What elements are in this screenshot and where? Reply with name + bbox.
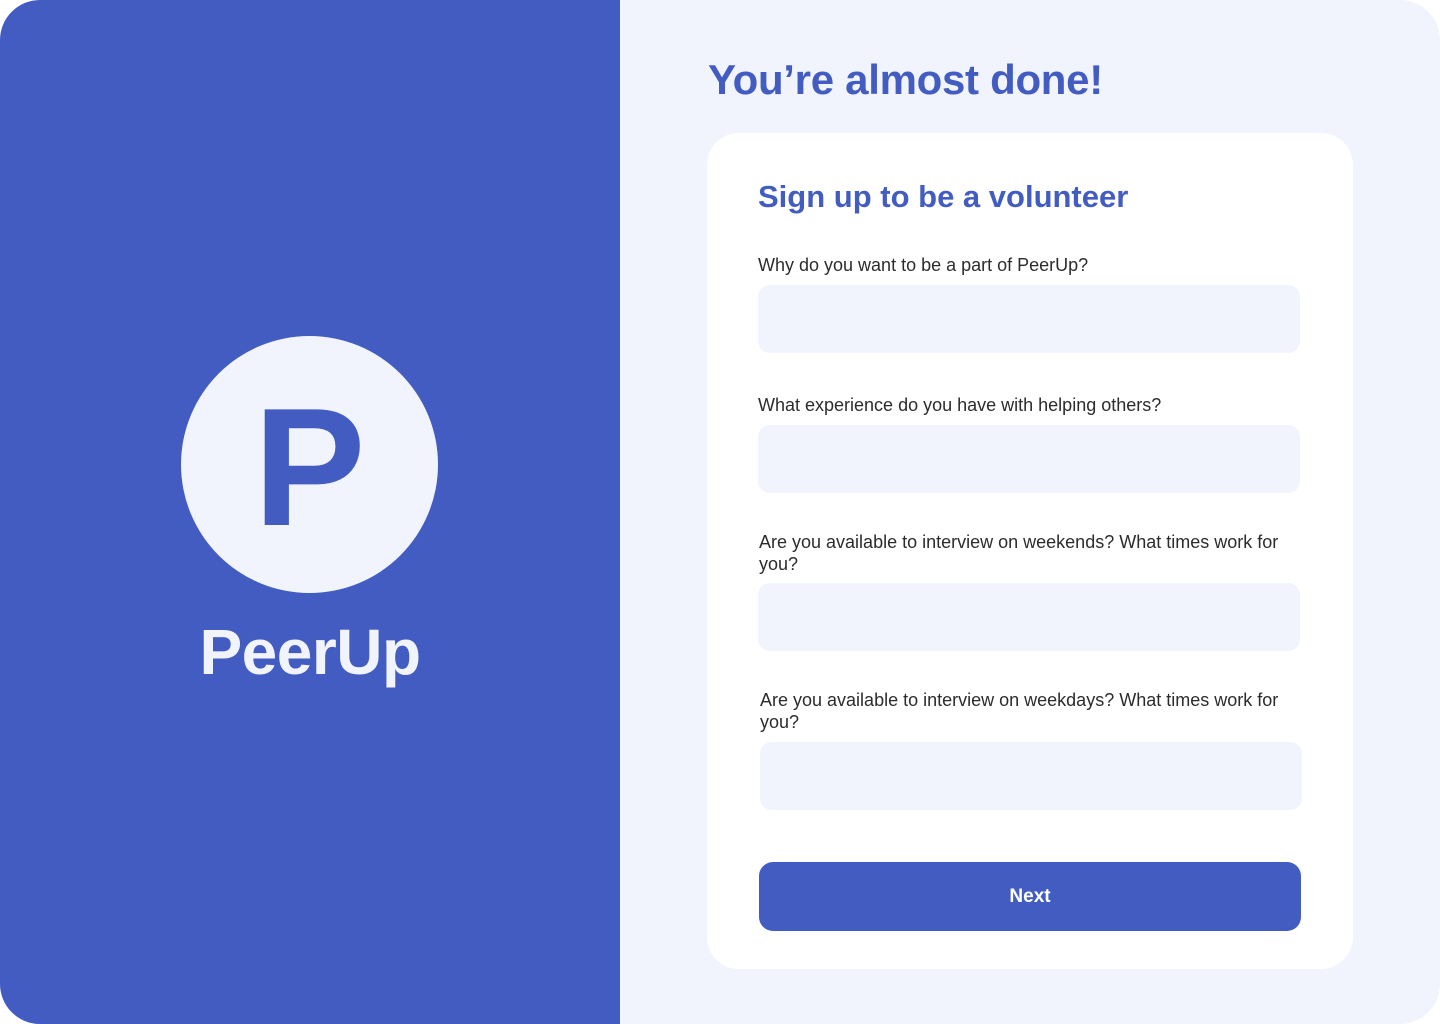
weekend-availability-label: Are you available to interview on weeken… (759, 532, 1279, 574)
weekend-availability-input[interactable] (758, 583, 1300, 651)
logo-letter: P (253, 372, 366, 561)
experience-input[interactable] (758, 425, 1300, 493)
signup-card: Sign up to be a volunteer Why do you wan… (707, 133, 1353, 969)
next-button[interactable]: Next (759, 862, 1301, 931)
experience-label: What experience do you have with helping… (758, 395, 1162, 415)
logo-badge: P (181, 336, 438, 593)
page-title: You’re almost done! (708, 56, 1103, 103)
brand-name: PeerUp (199, 616, 421, 688)
app-frame: P PeerUp You’re almost done! Sign up to … (0, 0, 1440, 1024)
form-title: Sign up to be a volunteer (758, 179, 1129, 214)
weekday-availability-input[interactable] (760, 742, 1302, 810)
reason-label: Why do you want to be a part of PeerUp? (758, 255, 1089, 275)
weekday-availability-label: Are you available to interview on weekda… (760, 690, 1279, 732)
reason-input[interactable] (758, 285, 1300, 353)
brand-panel: P PeerUp (0, 0, 620, 1024)
